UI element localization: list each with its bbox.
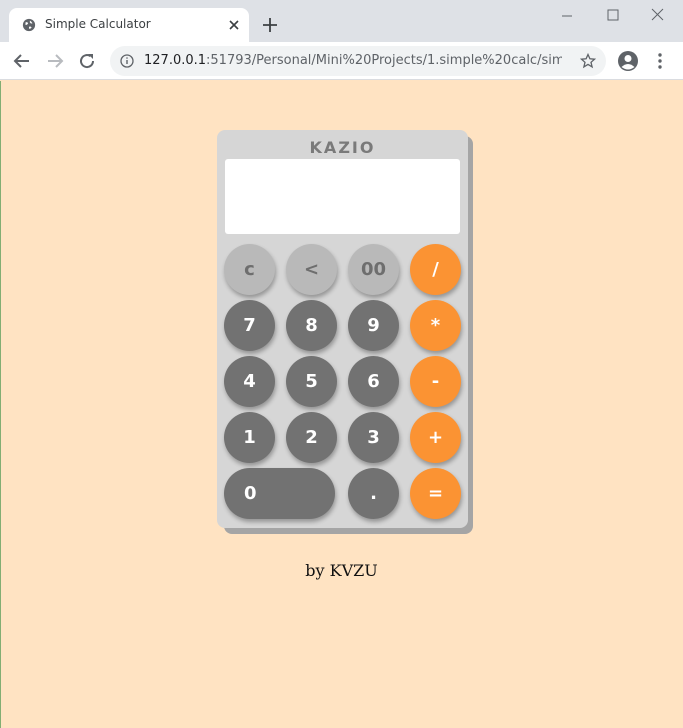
url-host: 127.0.0.1 <box>144 53 207 68</box>
globe-icon <box>22 18 36 32</box>
minimize-icon[interactable] <box>557 6 577 26</box>
close-icon[interactable] <box>227 18 241 32</box>
tab-title: Simple Calculator <box>45 17 151 31</box>
add-button[interactable]: + <box>410 412 461 463</box>
star-icon[interactable] <box>580 53 596 69</box>
six-button[interactable]: 6 <box>348 356 399 407</box>
two-button[interactable]: 2 <box>286 412 337 463</box>
four-button[interactable]: 4 <box>224 356 275 407</box>
browser-tab[interactable]: Simple Calculator <box>9 8 249 42</box>
equals-button[interactable]: = <box>410 468 461 519</box>
subtract-button[interactable]: - <box>410 356 461 407</box>
plus-icon[interactable] <box>261 16 279 34</box>
five-button[interactable]: 5 <box>286 356 337 407</box>
author-credit: by KVZU <box>305 561 378 580</box>
three-button[interactable]: 3 <box>348 412 399 463</box>
decimal-button[interactable]: . <box>348 468 399 519</box>
url-path: :51793/Personal/Mini%20Projects/1.simple… <box>206 53 562 68</box>
more-vertical-icon[interactable] <box>652 52 668 70</box>
arrow-right-icon[interactable] <box>45 51 65 71</box>
calculator-brand: KAZIO <box>309 138 376 157</box>
page-edge <box>0 81 1 728</box>
double-zero-button[interactable]: 00 <box>348 244 399 295</box>
info-icon[interactable] <box>120 54 134 68</box>
clear-button[interactable]: c <box>224 244 275 295</box>
browser-titlebar: Simple Calculator <box>0 0 683 42</box>
eight-button[interactable]: 8 <box>286 300 337 351</box>
backspace-button[interactable]: < <box>286 244 337 295</box>
window-close-icon[interactable] <box>648 6 668 26</box>
seven-button[interactable]: 7 <box>224 300 275 351</box>
calculator-display <box>225 159 460 234</box>
browser-toolbar: 127.0.0.1:51793/Personal/Mini%20Projects… <box>0 42 683 80</box>
reload-icon[interactable] <box>77 51 97 71</box>
address-bar[interactable]: 127.0.0.1:51793/Personal/Mini%20Projects… <box>110 46 606 76</box>
zero-button[interactable]: 0 <box>224 468 335 519</box>
maximize-icon[interactable] <box>603 6 623 26</box>
arrow-left-icon[interactable] <box>12 51 32 71</box>
nine-button[interactable]: 9 <box>348 300 399 351</box>
url-text[interactable]: 127.0.0.1:51793/Personal/Mini%20Projects… <box>144 53 562 68</box>
divide-button[interactable]: / <box>410 244 461 295</box>
one-button[interactable]: 1 <box>224 412 275 463</box>
calculator: KAZIO c < 00 / 7 8 9 * 4 5 6 - 1 2 3 + 0… <box>217 130 468 528</box>
account-icon[interactable] <box>617 50 639 72</box>
multiply-button[interactable]: * <box>410 300 461 351</box>
